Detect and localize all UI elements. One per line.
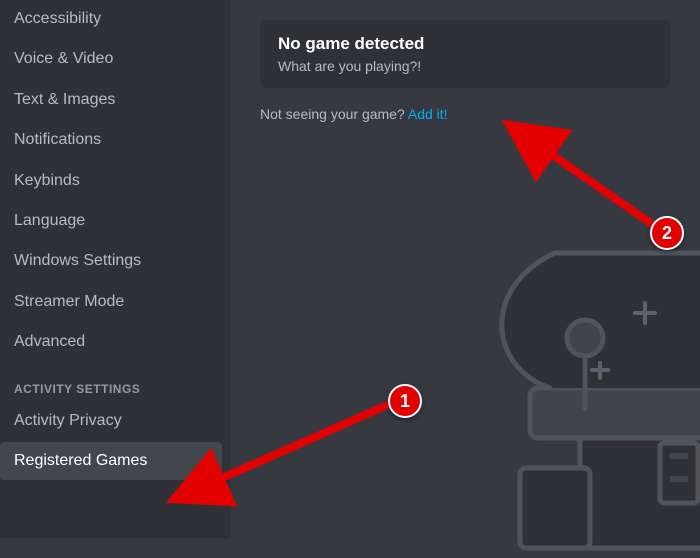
sidebar-item-activity-privacy[interactable]: Activity Privacy	[0, 402, 222, 440]
game-status-card: No game detected What are you playing?!	[260, 20, 670, 88]
sidebar-item-advanced[interactable]: Advanced	[0, 323, 222, 361]
sidebar-heading-activity: ACTIVITY SETTINGS	[0, 364, 222, 402]
add-game-link[interactable]: Add it!	[408, 106, 448, 122]
add-game-row: Not seeing your game? Add it!	[260, 106, 670, 122]
sidebar-item-keybinds[interactable]: Keybinds	[0, 162, 222, 200]
settings-sidebar: Accessibility Voice & Video Text & Image…	[0, 0, 230, 538]
sidebar-item-accessibility[interactable]: Accessibility	[0, 0, 222, 38]
sidebar-item-notifications[interactable]: Notifications	[0, 121, 222, 159]
sidebar-item-voice-video[interactable]: Voice & Video	[0, 40, 222, 78]
game-status-title: No game detected	[278, 34, 652, 54]
game-status-subtitle: What are you playing?!	[278, 58, 652, 74]
main-panel: No game detected What are you playing?! …	[230, 0, 700, 538]
sidebar-item-text-images[interactable]: Text & Images	[0, 81, 222, 119]
sidebar-item-streamer-mode[interactable]: Streamer Mode	[0, 283, 222, 321]
add-game-prefix: Not seeing your game?	[260, 106, 408, 122]
sidebar-item-language[interactable]: Language	[0, 202, 222, 240]
sidebar-item-windows-settings[interactable]: Windows Settings	[0, 242, 222, 280]
sidebar-item-registered-games[interactable]: Registered Games	[0, 442, 222, 480]
arcade-illustration	[400, 198, 700, 558]
